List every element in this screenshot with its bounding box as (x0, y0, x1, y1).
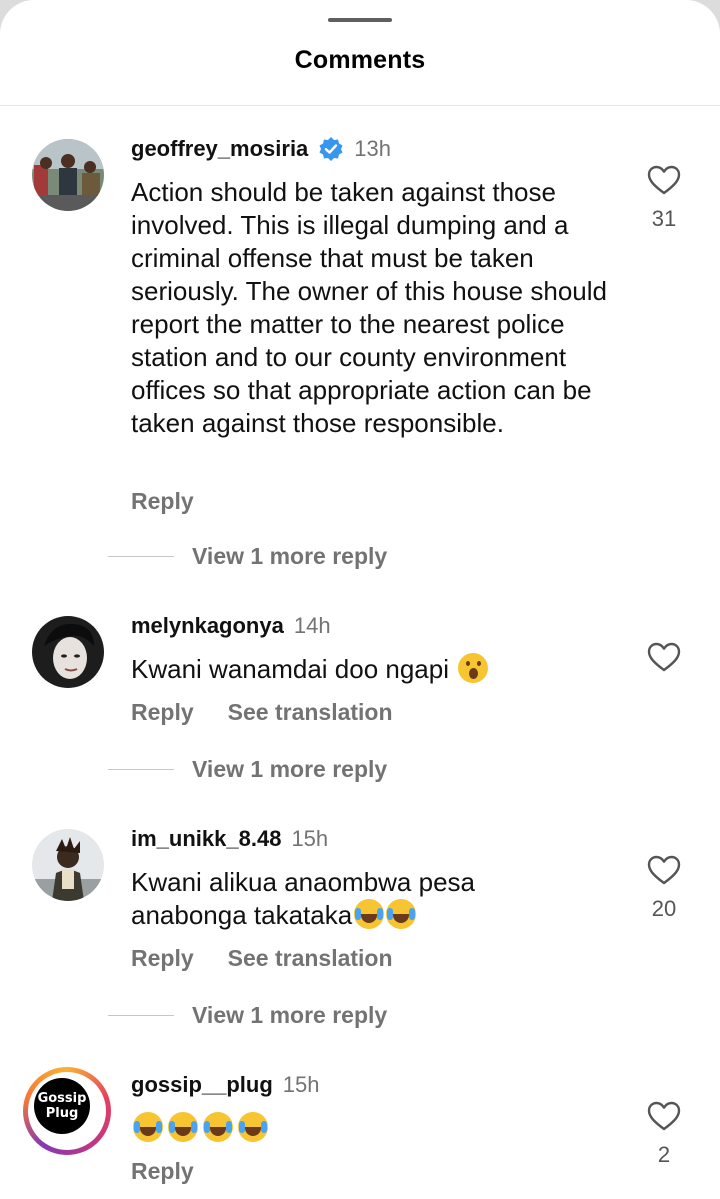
comment-text-line-with-emoji: anabonga takataka (131, 899, 621, 932)
comment-text-line: Kwani alikua anaombwa pesa (131, 867, 475, 897)
comment-text: Action should be taken against those inv… (131, 177, 607, 438)
logo-text: Plug (45, 1106, 79, 1121)
view-replies-button[interactable]: View 1 more reply (108, 756, 387, 783)
heart-outline-icon (647, 855, 681, 885)
comment-text: Kwani alikua anaombwa pesa anabonga taka… (131, 866, 621, 932)
comment-header: im_unikk_8.48 15h (131, 824, 328, 854)
like-count: 2 (657, 1142, 671, 1167)
reply-button[interactable]: Reply (131, 945, 194, 972)
timestamp: 15h (282, 1072, 320, 1097)
replies-divider (108, 556, 174, 557)
timestamp: 15h (291, 826, 329, 851)
username[interactable]: melynkagonya (131, 613, 284, 639)
heart-outline-icon (647, 642, 681, 672)
avatar[interactable] (32, 829, 104, 901)
like-count: 20 (651, 896, 677, 921)
comment-actions: Reply See translation (131, 945, 393, 972)
reply-button[interactable]: Reply (131, 488, 194, 515)
comment-header: gossip__plug 15h (131, 1070, 320, 1100)
comment-actions: Reply (131, 1158, 194, 1185)
comment-text: Kwani wanamdai doo ngapi (131, 653, 621, 686)
header-divider (0, 105, 720, 106)
gossip-plug-logo: Gossip Plug (34, 1078, 90, 1134)
comment-actions: Reply (131, 488, 194, 515)
comments-sheet: Comments geoffrey_mosiria 13h Action sho… (0, 0, 720, 1199)
avatar-photo-icon (32, 829, 104, 901)
comment-text (131, 1112, 621, 1145)
face-with-tears-of-joy-icon (354, 899, 385, 929)
heart-outline-icon (647, 1101, 681, 1131)
comment-actions: Reply See translation (131, 699, 393, 726)
timestamp: 14h (293, 613, 331, 638)
logo-text: Gossip (37, 1091, 87, 1106)
like-count: 31 (651, 206, 677, 231)
username[interactable]: im_unikk_8.48 (131, 826, 281, 852)
verified-badge-icon (319, 137, 343, 161)
like-button[interactable]: 2 (640, 1100, 688, 1168)
replies-divider (108, 769, 174, 770)
face-with-tears-of-joy-icon (133, 1112, 163, 1142)
username[interactable]: gossip__plug (131, 1072, 273, 1098)
view-replies-button[interactable]: View 1 more reply (108, 1002, 387, 1029)
view-replies-label: View 1 more reply (192, 543, 388, 569)
face-with-open-mouth-icon (458, 653, 489, 683)
see-translation-button[interactable]: See translation (228, 945, 393, 972)
view-replies-label: View 1 more reply (192, 1002, 388, 1028)
avatar[interactable] (32, 616, 104, 688)
replies-divider (108, 1015, 174, 1016)
comment-text-content: Kwani wanamdai doo ngapi (131, 654, 449, 684)
avatar[interactable] (32, 139, 104, 211)
avatar-story-ring[interactable]: Gossip Plug (23, 1067, 111, 1155)
face-with-tears-of-joy-icon (386, 899, 417, 929)
face-with-tears-of-joy-icon (203, 1112, 233, 1142)
reply-button[interactable]: Reply (131, 699, 194, 726)
like-button[interactable] (640, 641, 688, 673)
avatar-photo-icon (32, 139, 104, 211)
reply-button[interactable]: Reply (131, 1158, 194, 1185)
like-button[interactable]: 31 (640, 164, 688, 232)
face-with-tears-of-joy-icon (238, 1112, 268, 1142)
avatar-photo-icon (32, 616, 104, 688)
sheet-title: Comments (294, 46, 426, 74)
view-replies-label: View 1 more reply (192, 756, 388, 782)
view-replies-button[interactable]: View 1 more reply (108, 543, 387, 570)
face-with-tears-of-joy-icon (168, 1112, 198, 1142)
comment-header: geoffrey_mosiria 13h (131, 134, 391, 164)
heart-outline-icon (647, 165, 681, 195)
timestamp: 13h (354, 136, 392, 161)
see-translation-button[interactable]: See translation (228, 699, 393, 726)
username[interactable]: geoffrey_mosiria (131, 136, 308, 162)
comment-header: melynkagonya 14h (131, 611, 331, 641)
comment-text-line: anabonga takataka (131, 900, 353, 930)
like-button[interactable]: 20 (640, 854, 688, 922)
drag-handle[interactable] (328, 18, 392, 22)
